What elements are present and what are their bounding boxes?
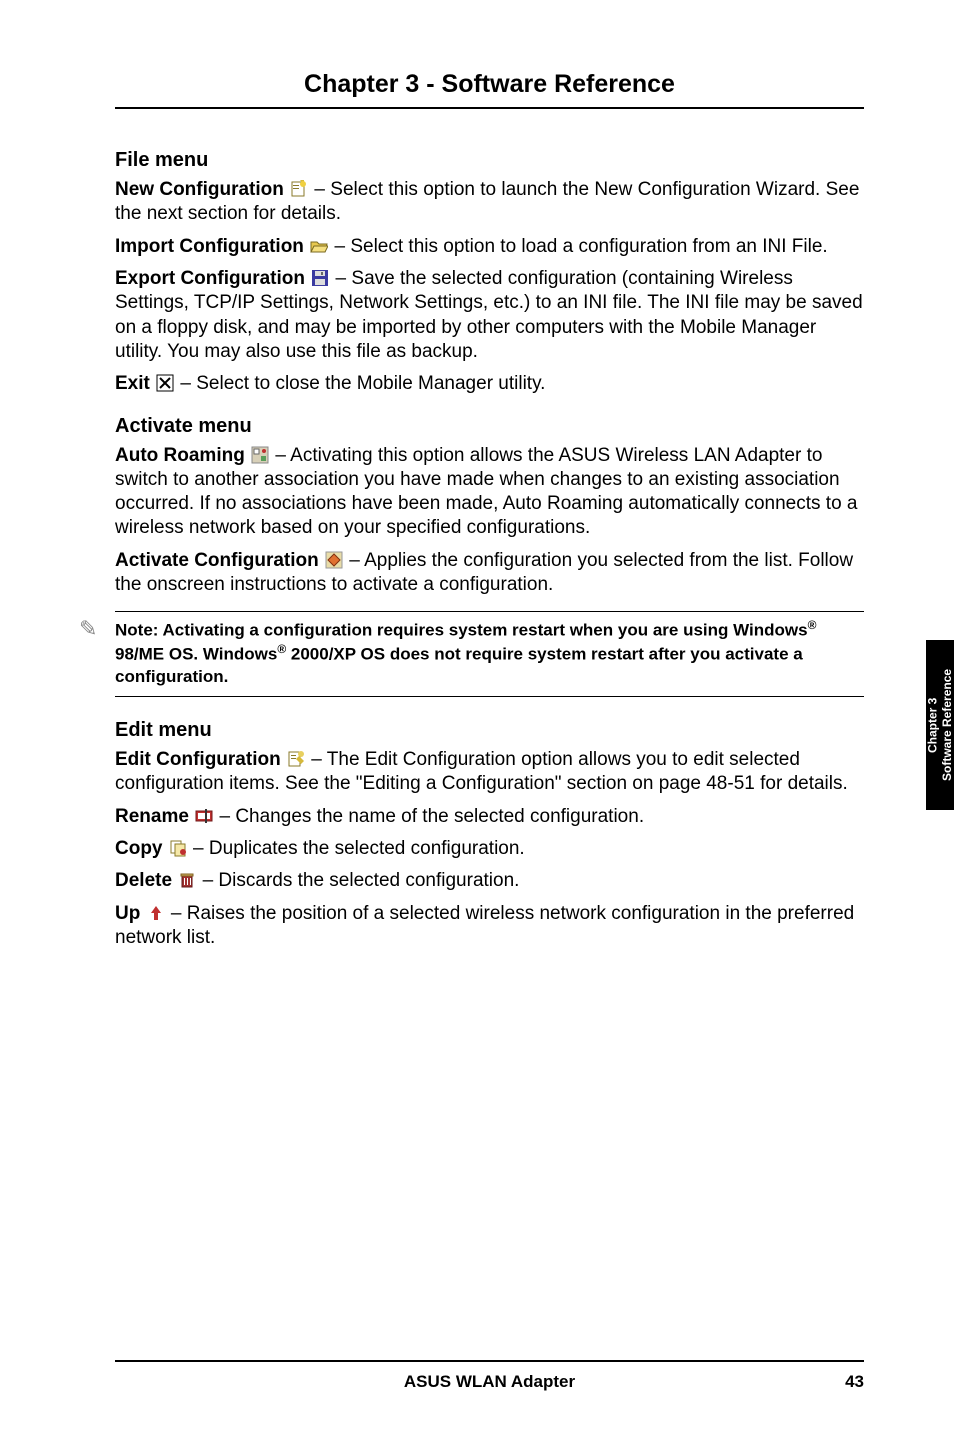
activate-configuration-para: Activate Configuration – Applies the con… [115, 549, 864, 598]
copy-label: Copy [115, 838, 168, 859]
close-x-icon [156, 374, 174, 392]
rename-para: Rename – Changes the name of the selecte… [115, 805, 864, 829]
edit-configuration-para: Edit Configuration – The Edit Configurat… [115, 748, 864, 797]
diamond-icon [325, 551, 343, 569]
edit-configuration-label: Edit Configuration [115, 749, 286, 770]
rename-text: – Changes the name of the selected confi… [214, 806, 644, 827]
activate-configuration-label: Activate Configuration [115, 550, 324, 571]
import-configuration-label: Import Configuration [115, 236, 309, 257]
delete-label: Delete [115, 870, 177, 891]
activate-menu-heading: Activate menu [115, 415, 864, 438]
exit-para: Exit – Select to close the Mobile Manage… [115, 372, 864, 396]
pencil-icon: ✎ [79, 616, 97, 642]
import-configuration-text: – Select this option to load a configura… [329, 236, 828, 257]
side-tab-line2: Software Reference [940, 669, 954, 781]
export-configuration-para: Export Configuration – Save the selected… [115, 267, 864, 364]
copy-icon [169, 839, 187, 857]
file-menu-heading: File menu [115, 149, 864, 172]
up-label: Up [115, 903, 146, 924]
rename-label: Rename [115, 806, 194, 827]
auto-roaming-label: Auto Roaming [115, 445, 250, 466]
copy-para: Copy – Duplicates the selected configura… [115, 837, 864, 861]
trash-icon [178, 871, 196, 889]
delete-para: Delete – Discards the selected configura… [115, 869, 864, 893]
rename-icon [195, 807, 213, 825]
chapter-title: Chapter 3 - Software Reference [115, 70, 864, 109]
new-page-icon [290, 180, 308, 198]
copy-text: – Duplicates the selected configuration. [188, 838, 525, 859]
exit-text: – Select to close the Mobile Manager uti… [175, 373, 545, 394]
side-tab-line1: Chapter 3 [926, 697, 940, 752]
new-configuration-para: New Configuration – Select this option t… [115, 178, 864, 227]
exit-label: Exit [115, 373, 155, 394]
up-para: Up – Raises the position of a selected w… [115, 902, 864, 951]
side-tab: Chapter 3 Software Reference [926, 640, 954, 810]
roaming-icon [251, 446, 269, 464]
note-block: ✎ Note: Activating a configuration requi… [115, 611, 864, 697]
import-configuration-para: Import Configuration – Select this optio… [115, 235, 864, 259]
edit-page-icon [287, 750, 305, 768]
delete-text: – Discards the selected configuration. [197, 870, 519, 891]
footer-product: ASUS WLAN Adapter [404, 1372, 575, 1392]
floppy-save-icon [311, 269, 329, 287]
folder-open-icon [310, 237, 328, 255]
export-configuration-label: Export Configuration [115, 268, 310, 289]
edit-menu-heading: Edit menu [115, 719, 864, 742]
note-text: Note: Activating a configuration require… [115, 618, 864, 688]
arrow-up-icon [147, 904, 165, 922]
footer-page-number: 43 [845, 1372, 864, 1392]
up-text: – Raises the position of a selected wire… [115, 903, 854, 948]
new-configuration-label: New Configuration [115, 179, 289, 200]
footer: ASUS WLAN Adapter 43 [115, 1360, 864, 1392]
auto-roaming-para: Auto Roaming – Activating this option al… [115, 444, 864, 541]
